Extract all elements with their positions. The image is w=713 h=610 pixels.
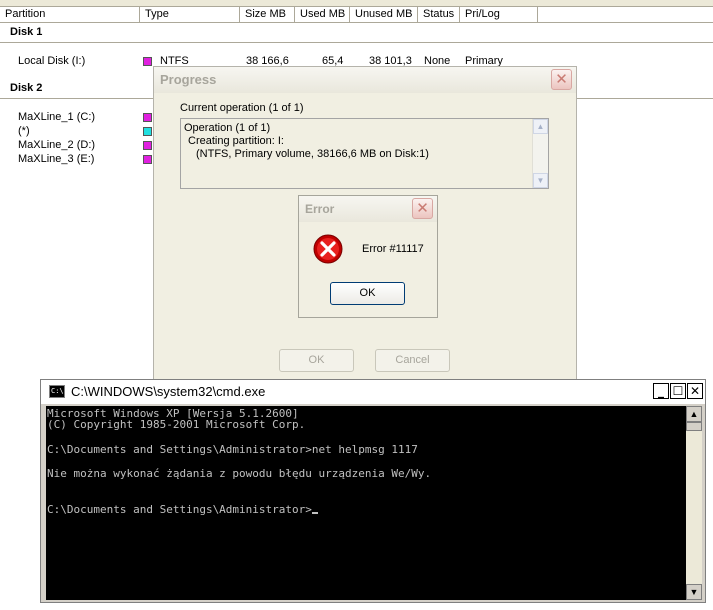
minimize-button[interactable]: _ <box>653 383 669 399</box>
column-used[interactable]: Used MB <box>295 7 350 22</box>
maximize-button[interactable]: ☐ <box>670 383 686 399</box>
partition-name[interactable]: (*) <box>18 125 30 137</box>
partition-color-swatch <box>143 141 152 150</box>
text-cursor <box>311 512 318 514</box>
column-type[interactable]: Type <box>140 7 240 22</box>
progress-ok-button[interactable]: OK <box>279 349 354 372</box>
column-header-row: Partition Type Size MB Used MB Unused MB… <box>0 7 713 23</box>
cmd-titlebar[interactable]: C:\ C:\WINDOWS\system32\cmd.exe _ ☐ ✕ <box>41 380 705 404</box>
error-title: Error <box>305 202 335 216</box>
partition-color-swatch <box>143 113 152 122</box>
column-status[interactable]: Status <box>418 7 460 22</box>
scroll-down-button[interactable]: ▼ <box>533 173 548 188</box>
cmd-scroll-thumb[interactable] <box>686 422 702 431</box>
close-icon: ✕ <box>689 384 701 398</box>
cmd-title: C:\WINDOWS\system32\cmd.exe <box>71 384 266 399</box>
toolbar-strip <box>0 0 713 7</box>
progress-title: Progress <box>160 72 217 87</box>
console-output[interactable]: Microsoft Windows XP [Wersja 5.1.2600] (… <box>46 406 686 600</box>
column-size[interactable]: Size MB <box>240 7 295 22</box>
disk-1-divider <box>0 42 713 43</box>
close-icon: ✕ <box>416 200 429 217</box>
progress-cancel-button[interactable]: Cancel <box>375 349 450 372</box>
partition-color-swatch <box>143 57 152 66</box>
progress-titlebar[interactable]: Progress ✕ <box>154 67 576 93</box>
console-prompt: C:\Documents and Settings\Administrator> <box>47 503 312 516</box>
log-line: (NTFS, Primary volume, 38166,6 MB on Dis… <box>196 148 429 160</box>
close-button[interactable]: ✕ <box>551 69 572 90</box>
partition-color-swatch <box>143 127 152 136</box>
console-line: Nie można wykonać żądania z powodu błędu… <box>47 467 432 480</box>
current-operation-label: Current operation (1 of 1) <box>180 102 304 114</box>
cmd-scroll-up-button[interactable]: ▲ <box>686 406 702 422</box>
arrow-up-icon: ▲ <box>536 122 545 131</box>
close-icon: ✕ <box>555 71 568 88</box>
cmd-close-button[interactable]: ✕ <box>687 383 703 399</box>
console-line: C:\Documents and Settings\Administrator>… <box>47 443 418 456</box>
error-titlebar[interactable]: Error ✕ <box>299 196 437 222</box>
cmd-window: C:\ C:\WINDOWS\system32\cmd.exe _ ☐ ✕ Mi… <box>40 379 706 603</box>
partition-name[interactable]: MaXLine_3 (E:) <box>18 153 94 165</box>
arrow-up-icon: ▲ <box>689 409 699 419</box>
log-scrollbar[interactable]: ▲ ▼ <box>532 119 548 188</box>
cmd-scrollbar[interactable]: ▲ ▼ <box>686 406 702 600</box>
column-partition[interactable]: Partition <box>0 7 140 22</box>
partition-name[interactable]: MaXLine_1 (C:) <box>18 111 95 123</box>
column-prilog[interactable]: Pri/Log <box>460 7 538 22</box>
maximize-icon: ☐ <box>672 384 684 398</box>
arrow-down-icon: ▼ <box>689 587 699 597</box>
error-ok-button[interactable]: OK <box>330 282 405 305</box>
log-line: Operation (1 of 1) <box>184 122 271 134</box>
operation-log: Operation (1 of 1) Creating partition: I… <box>180 118 549 189</box>
log-line: Creating partition: I: <box>188 135 284 147</box>
error-message: Error #11117 <box>362 243 424 255</box>
console-line: (C) Copyright 1985-2001 Microsoft Corp. <box>47 418 306 431</box>
error-close-button[interactable]: ✕ <box>412 198 433 219</box>
disk-2-label: Disk 2 <box>10 82 43 94</box>
console-prompt-line: C:\Documents and Settings\Administrator> <box>47 504 318 516</box>
cmd-icon: C:\ <box>49 385 65 398</box>
disk-1-label: Disk 1 <box>10 26 43 38</box>
partition-color-swatch <box>143 155 152 164</box>
arrow-down-icon: ▼ <box>536 176 545 185</box>
scroll-up-button[interactable]: ▲ <box>533 119 548 134</box>
partition-name[interactable]: Local Disk (I:) <box>18 55 85 67</box>
partition-name[interactable]: MaXLine_2 (D:) <box>18 139 95 151</box>
cmd-scroll-down-button[interactable]: ▼ <box>686 584 702 600</box>
minimize-icon: _ <box>658 384 664 398</box>
error-dialog: Error ✕ Error #11117 OK <box>298 195 438 318</box>
partition-table-header: Partition Type Size MB Used MB Unused MB… <box>0 0 713 23</box>
column-unused[interactable]: Unused MB <box>350 7 418 22</box>
error-icon <box>313 234 343 264</box>
